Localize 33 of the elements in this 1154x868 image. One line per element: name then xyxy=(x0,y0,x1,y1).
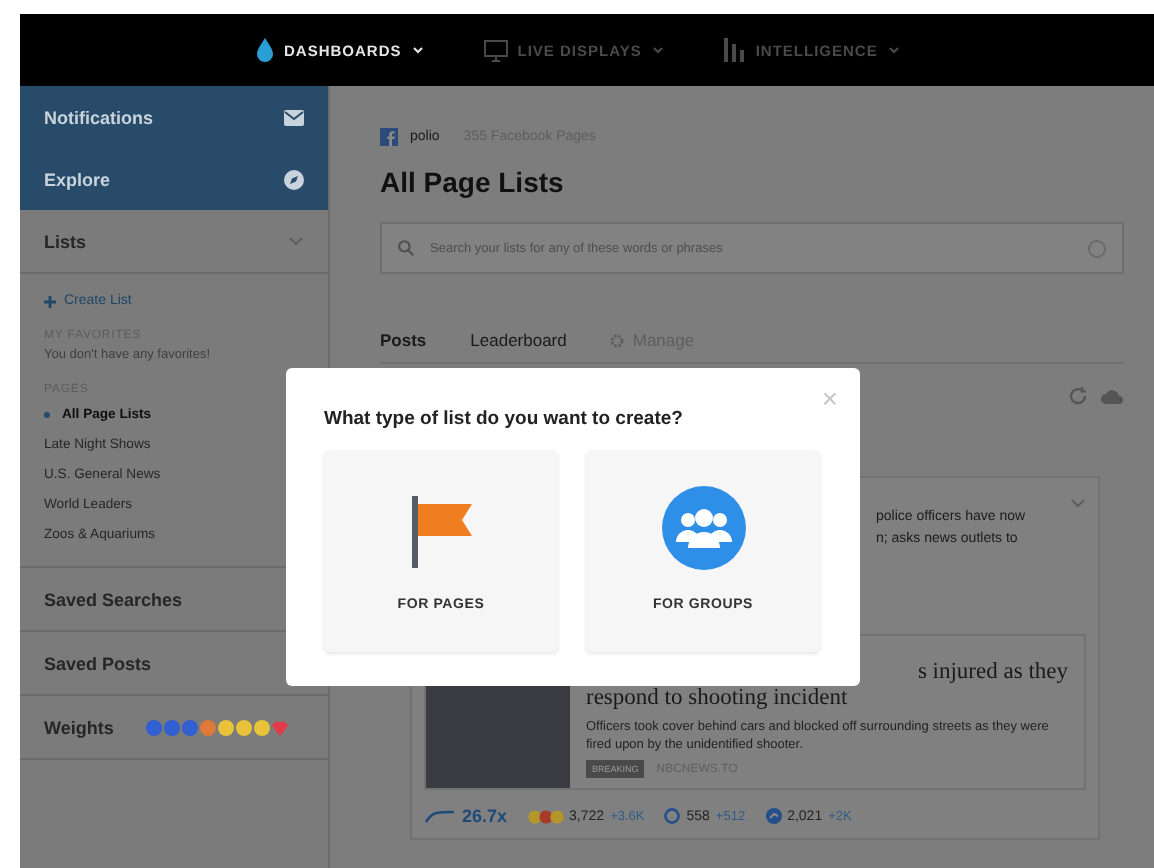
compass-icon xyxy=(284,169,304,189)
search-icon xyxy=(398,240,414,256)
trend-value: 26.7x xyxy=(462,806,508,826)
gear-icon xyxy=(610,333,625,347)
weights-row: Weights xyxy=(20,696,328,760)
lists-header[interactable]: Lists xyxy=(20,210,328,274)
facebook-icon xyxy=(380,128,398,146)
drop-icon xyxy=(256,38,274,62)
chevron-icon xyxy=(288,236,304,246)
dialog-title: What type of list do you want to create? xyxy=(324,408,685,430)
tab[interactable]: Posts xyxy=(380,330,427,350)
caret-icon xyxy=(651,46,664,54)
monitor-icon xyxy=(483,39,508,61)
link-headline: respond to shooting incident xyxy=(586,686,848,712)
refresh-icon[interactable] xyxy=(1068,386,1088,406)
caret-icon xyxy=(411,46,424,54)
reaction-icons-drawing xyxy=(527,809,564,823)
page-title: All Page Lists xyxy=(380,166,566,198)
share-icon xyxy=(765,808,782,824)
caret-icon xyxy=(887,46,900,54)
plus-icon xyxy=(44,295,56,307)
sidebar-item[interactable]: Explore xyxy=(20,148,328,210)
chevron-icon[interactable] xyxy=(1070,498,1086,508)
sidebar-item[interactable]: Notifications xyxy=(20,86,328,148)
link-headline: s injured as they xyxy=(917,660,1068,686)
flag-icon xyxy=(407,494,475,570)
trend-line-icon xyxy=(424,809,456,823)
selected-dot xyxy=(44,411,50,417)
tab[interactable]: Leaderboard xyxy=(470,330,567,350)
envelope-icon xyxy=(284,109,304,125)
cloud-download-icon[interactable] xyxy=(1100,387,1124,405)
group-icon xyxy=(661,486,745,570)
bar-chart-icon xyxy=(723,38,746,62)
